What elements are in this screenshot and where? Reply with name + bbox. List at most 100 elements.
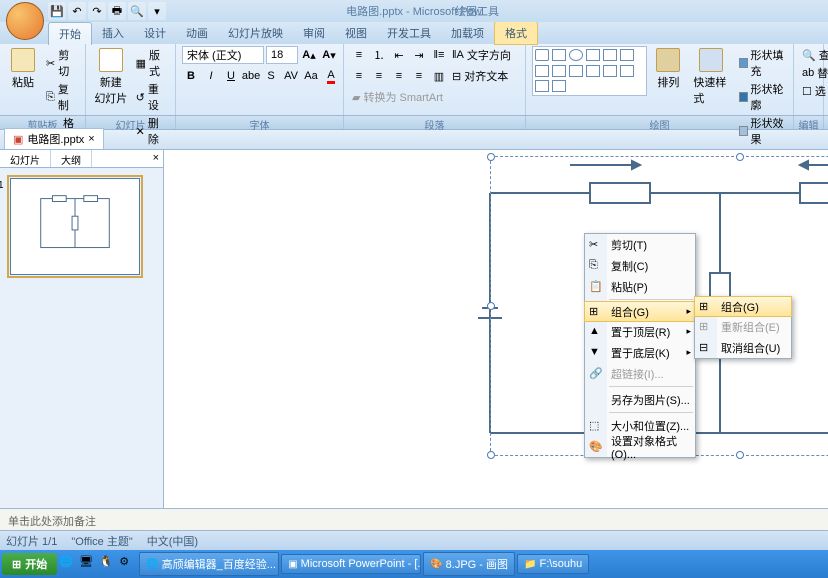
find-button[interactable]: 🔍查 — [800, 46, 828, 64]
cm-bring-front[interactable]: ▲置于顶层(R)▸ — [585, 321, 695, 342]
tab-design[interactable]: 设计 — [134, 22, 176, 44]
font-size-combo[interactable]: 18 — [266, 46, 298, 64]
paste-label: 粘贴 — [12, 74, 34, 90]
cm-save-as-pic[interactable]: 另存为图片(S)... — [585, 389, 695, 410]
task-powerpoint[interactable]: ▣ Microsoft PowerPoint - [... — [281, 554, 421, 574]
align-left[interactable]: ≡ — [350, 67, 368, 85]
new-slide-label: 新建 幻灯片 — [94, 74, 127, 106]
arrange-button[interactable]: 排列 — [651, 46, 685, 92]
cut-button[interactable]: ✂ 剪切 — [44, 46, 79, 80]
paste-button[interactable]: 粘贴 — [6, 46, 40, 92]
line-spacing[interactable]: ‖≡ — [430, 46, 448, 64]
change-case[interactable]: Aa — [302, 67, 320, 85]
tab-insert[interactable]: 插入 — [92, 22, 134, 44]
tab-review[interactable]: 审阅 — [293, 22, 335, 44]
numbering[interactable]: ⒈ — [370, 46, 388, 64]
new-slide-button[interactable]: 新建 幻灯片 — [92, 46, 130, 108]
align-right[interactable]: ≡ — [390, 67, 408, 85]
slide-panel: 幻灯片 大纲 × 1 — [0, 150, 164, 508]
align-center[interactable]: ≡ — [370, 67, 388, 85]
layout-button[interactable]: ▦ 版式 — [134, 46, 169, 80]
decrease-indent[interactable]: ⇤ — [390, 46, 408, 64]
justify[interactable]: ≡ — [410, 67, 428, 85]
slide-thumbnail[interactable] — [10, 178, 140, 275]
copy-button[interactable]: ⎘ 复制 — [44, 80, 79, 114]
cm-group[interactable]: ⊞组合(G)▸ — [584, 301, 696, 322]
taskbar: ⊞开始 🌐 🖥 🐧 ⚙ 🌐 高颀编辑器_百度经验... ▣ Microsoft … — [0, 550, 828, 578]
underline-button[interactable]: U — [222, 67, 240, 85]
qat-preview[interactable]: 🔍 — [128, 2, 146, 20]
ql-ie[interactable]: 🌐 — [59, 555, 77, 573]
select-button[interactable]: ☐选 — [800, 82, 828, 100]
tab-animation[interactable]: 动画 — [176, 22, 218, 44]
sm-regroup: ⊞重新组合(E) — [695, 316, 791, 337]
shadow-button[interactable]: S — [262, 67, 280, 85]
quick-access-toolbar: 💾 ↶ ↷ 🖶 🔍 ▾ — [48, 2, 166, 20]
cm-copy[interactable]: ⎘复制(C) — [585, 255, 695, 276]
ql-app1[interactable]: 🐧 — [99, 555, 117, 573]
doc-tab[interactable]: ▣电路图.pptx× — [4, 128, 104, 149]
cm-send-back[interactable]: ▼置于底层(K)▸ — [585, 342, 695, 363]
thumb-number: 1 — [0, 180, 4, 191]
tab-home[interactable]: 开始 — [48, 22, 92, 45]
panel-tab-outline[interactable]: 大纲 — [51, 150, 92, 167]
qat-undo[interactable]: ↶ — [68, 2, 86, 20]
tab-view[interactable]: 视图 — [335, 22, 377, 44]
grow-font[interactable]: A▴ — [300, 46, 318, 64]
columns[interactable]: ▥ — [430, 67, 448, 85]
strike-button[interactable]: abe — [242, 67, 260, 85]
contextual-tab-label: 绘图工具 — [455, 3, 499, 19]
shrink-font[interactable]: A▾ — [320, 46, 338, 64]
italic-button[interactable]: I — [202, 67, 220, 85]
align-text[interactable]: ⊟ 对齐文本 — [450, 67, 510, 85]
tab-slideshow[interactable]: 幻灯片放映 — [218, 22, 293, 44]
shape-outline[interactable]: 形状轮廓 — [737, 80, 787, 114]
qat-save[interactable]: 💾 — [48, 2, 66, 20]
qat-more[interactable]: ▾ — [148, 2, 166, 20]
panel-close-icon[interactable]: × — [149, 150, 163, 167]
office-button[interactable] — [6, 2, 44, 40]
replace-button[interactable]: ab替 — [800, 64, 828, 82]
status-theme: "Office 主题" — [71, 533, 132, 549]
task-browser[interactable]: 🌐 高颀编辑器_百度经验... — [139, 552, 279, 576]
status-lang: 中文(中国) — [147, 533, 198, 549]
task-explorer[interactable]: 📁 F:\souhu — [517, 554, 589, 574]
sm-ungroup[interactable]: ⊟取消组合(U) — [695, 337, 791, 358]
font-color[interactable]: A — [322, 67, 340, 85]
qat-redo[interactable]: ↷ — [88, 2, 106, 20]
bold-button[interactable]: B — [182, 67, 200, 85]
char-spacing[interactable]: AV — [282, 67, 300, 85]
cm-paste[interactable]: 📋粘贴(P) — [585, 276, 695, 297]
tab-format[interactable]: 格式 — [494, 21, 538, 45]
tab-developer[interactable]: 开发工具 — [377, 22, 441, 44]
increase-indent[interactable]: ⇥ — [410, 46, 428, 64]
sm-group[interactable]: ⊞组合(G) — [694, 296, 792, 317]
ribbon-tabs: 开始 插入 设计 动画 幻灯片放映 审阅 视图 开发工具 加载项 格式 — [0, 22, 828, 44]
close-tab-icon[interactable]: × — [88, 133, 94, 145]
shape-gallery[interactable] — [532, 46, 647, 96]
tab-addins[interactable]: 加载项 — [441, 22, 494, 44]
context-menu: ✂剪切(T) ⎘复制(C) 📋粘贴(P) ⊞组合(G)▸ ▲置于顶层(R)▸ ▼… — [584, 233, 696, 458]
windows-icon: ⊞ — [12, 558, 21, 571]
title-bar: 💾 ↶ ↷ 🖶 🔍 ▾ 电路图.pptx - Microsoft Pow 绘图工… — [0, 0, 828, 22]
start-button[interactable]: ⊞开始 — [2, 553, 57, 575]
shape-fill[interactable]: 形状填充 — [737, 46, 787, 80]
bullets[interactable]: ≡ — [350, 46, 368, 64]
status-bar: 幻灯片 1/1 "Office 主题" 中文(中国) — [0, 530, 828, 550]
panel-tab-slides[interactable]: 幻灯片 — [0, 150, 51, 167]
reset-button[interactable]: ↺ 重设 — [134, 80, 169, 114]
text-direction[interactable]: ‖A 文字方向 — [450, 46, 513, 64]
font-name-combo[interactable]: 宋体 (正文) — [182, 46, 264, 64]
task-paint[interactable]: 🎨 8.JPG - 画图 — [423, 552, 515, 576]
ribbon: 粘贴 ✂ 剪切 ⎘ 复制 🖌 格式刷 新建 幻灯片 ▦ 版式 ↺ 重设 ✕ 删除… — [0, 44, 828, 116]
ql-desktop[interactable]: 🖥 — [79, 555, 97, 573]
qat-print[interactable]: 🖶 — [108, 2, 126, 20]
quick-styles-button[interactable]: 快速样式 — [689, 46, 733, 108]
group-submenu: ⊞组合(G) ⊞重新组合(E) ⊟取消组合(U) — [694, 296, 792, 359]
notes-pane[interactable]: 单击此处添加备注 — [0, 508, 828, 530]
ribbon-group-labels: 剪贴板 幻灯片 字体 段落 绘图 编辑 — [0, 116, 828, 130]
cm-cut[interactable]: ✂剪切(T) — [585, 234, 695, 255]
smartart-convert: ▰ 转换为 SmartArt — [350, 88, 445, 106]
cm-format-object[interactable]: 🎨设置对象格式(O)... — [585, 436, 695, 457]
ql-app2[interactable]: ⚙ — [119, 555, 137, 573]
